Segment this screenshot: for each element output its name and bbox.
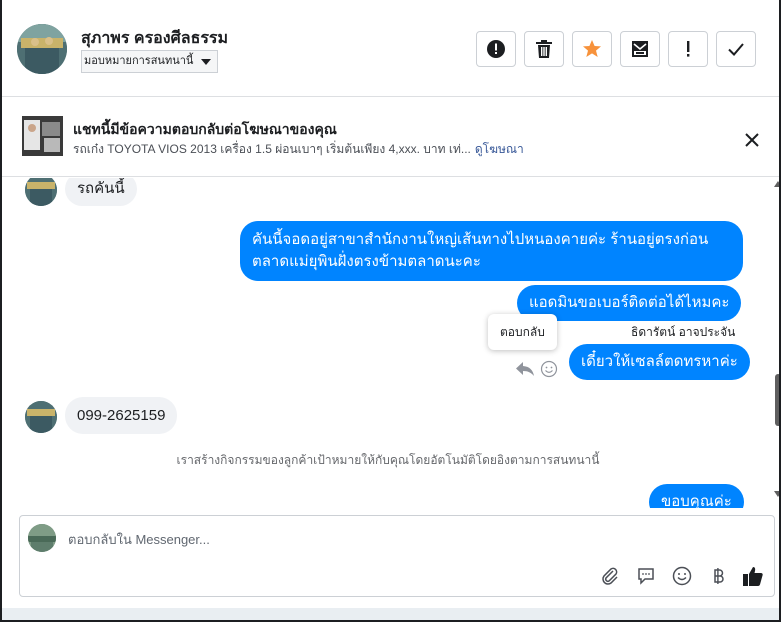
chevron-down-icon: [201, 59, 212, 65]
message-bubble-incoming[interactable]: 099-2625159: [65, 397, 178, 434]
sender-avatar: [25, 178, 57, 206]
reply-input[interactable]: [68, 526, 708, 552]
delete-button[interactable]: [524, 31, 564, 67]
message-bubble-outgoing[interactable]: เดี๋ยวให้เซลล์ตดทรหาค่ะ: [569, 344, 750, 380]
like-icon[interactable]: [741, 564, 765, 588]
exclamation-icon: [687, 41, 690, 57]
scroll-up-icon[interactable]: [774, 181, 781, 187]
ad-banner-subtitle: รถเก๋ง TOYOTA VIOS 2013 เครื่อง 1.5 ผ่อน…: [73, 140, 524, 159]
message-sender-name: ธิดารัตน์ อาจประจัน: [631, 325, 736, 339]
page-avatar: [28, 524, 56, 552]
message-line: คันนี้จอดอยู่สาขาสำนักงานใหญ่เส้นทางไปหน…: [252, 231, 709, 248]
ad-description: รถเก๋ง TOYOTA VIOS 2013 เครื่อง 1.5 ผ่อน…: [73, 142, 471, 156]
reply-icon[interactable]: [514, 359, 536, 379]
sender-avatar: [25, 401, 57, 433]
message-line: ตลาดแม่ยุพินฝั่งตรงข้ามตลาดนะคะ: [252, 253, 481, 270]
mark-done-button[interactable]: [716, 31, 756, 67]
reply-tooltip: ตอบกลับ: [488, 314, 557, 350]
messenger-conversation-panel: สุภาพร ครองศีลธรรม มอบหมายการสนทนานี้ แช…: [0, 0, 781, 622]
message-bubble-incoming[interactable]: รถคันนี้: [65, 178, 137, 206]
message-composer: [19, 515, 775, 597]
archive-button[interactable]: [620, 31, 660, 67]
scroll-thumb[interactable]: [775, 374, 779, 426]
scroll-down-icon[interactable]: [774, 491, 781, 497]
message-bubble-outgoing[interactable]: คันนี้จอดอยู่สาขาสำนักงานใหญ่เส้นทางไปหน…: [240, 221, 743, 281]
ad-banner-title: แชทนี้มีข้อความตอบกลับต่อโฆษณาของคุณ: [73, 121, 337, 137]
ad-reply-banner: แชทนี้มีข้อความตอบกลับต่อโฆษณาของคุณ รถเ…: [2, 98, 779, 177]
message-thread[interactable]: รถคันนี้ คันนี้จอดอยู่สาขาสำนักงานใหญ่เส…: [2, 178, 774, 508]
contact-name[interactable]: สุภาพร ครองศีลธรรม: [81, 26, 228, 51]
follow-up-button[interactable]: [668, 31, 708, 67]
saved-replies-icon[interactable]: [634, 564, 658, 588]
archive-icon: [632, 41, 648, 57]
mark-spam-button[interactable]: [476, 31, 516, 67]
react-emoji-icon[interactable]: [540, 360, 558, 378]
assign-label: มอบหมายการสนทนานี้: [84, 55, 194, 67]
star-icon: [583, 40, 601, 57]
check-icon: [728, 43, 744, 56]
message-bubble-outgoing[interactable]: ขอบคุณค่ะ: [649, 484, 744, 508]
contact-avatar[interactable]: [17, 24, 67, 74]
attachment-icon[interactable]: [598, 564, 622, 588]
footer-strip: [2, 608, 779, 620]
close-icon[interactable]: [740, 128, 764, 152]
ad-thumbnail[interactable]: [22, 116, 63, 156]
trash-icon: [536, 40, 552, 58]
emoji-icon[interactable]: [670, 564, 694, 588]
payment-icon[interactable]: [706, 564, 730, 588]
conversation-header: สุภาพร ครองศีลธรรม มอบหมายการสนทนานี้: [2, 0, 779, 97]
system-notice: เราสร้างกิจกรรมของลูกค้าเป้าหมายให้กับคุ…: [176, 453, 600, 467]
star-button[interactable]: [572, 31, 612, 67]
assign-conversation-select[interactable]: มอบหมายการสนทนานี้: [81, 50, 219, 73]
thread-scrollbar[interactable]: [773, 178, 779, 508]
alert-circle-icon: [487, 40, 505, 58]
view-ad-link[interactable]: ดูโฆษณา: [475, 142, 524, 156]
